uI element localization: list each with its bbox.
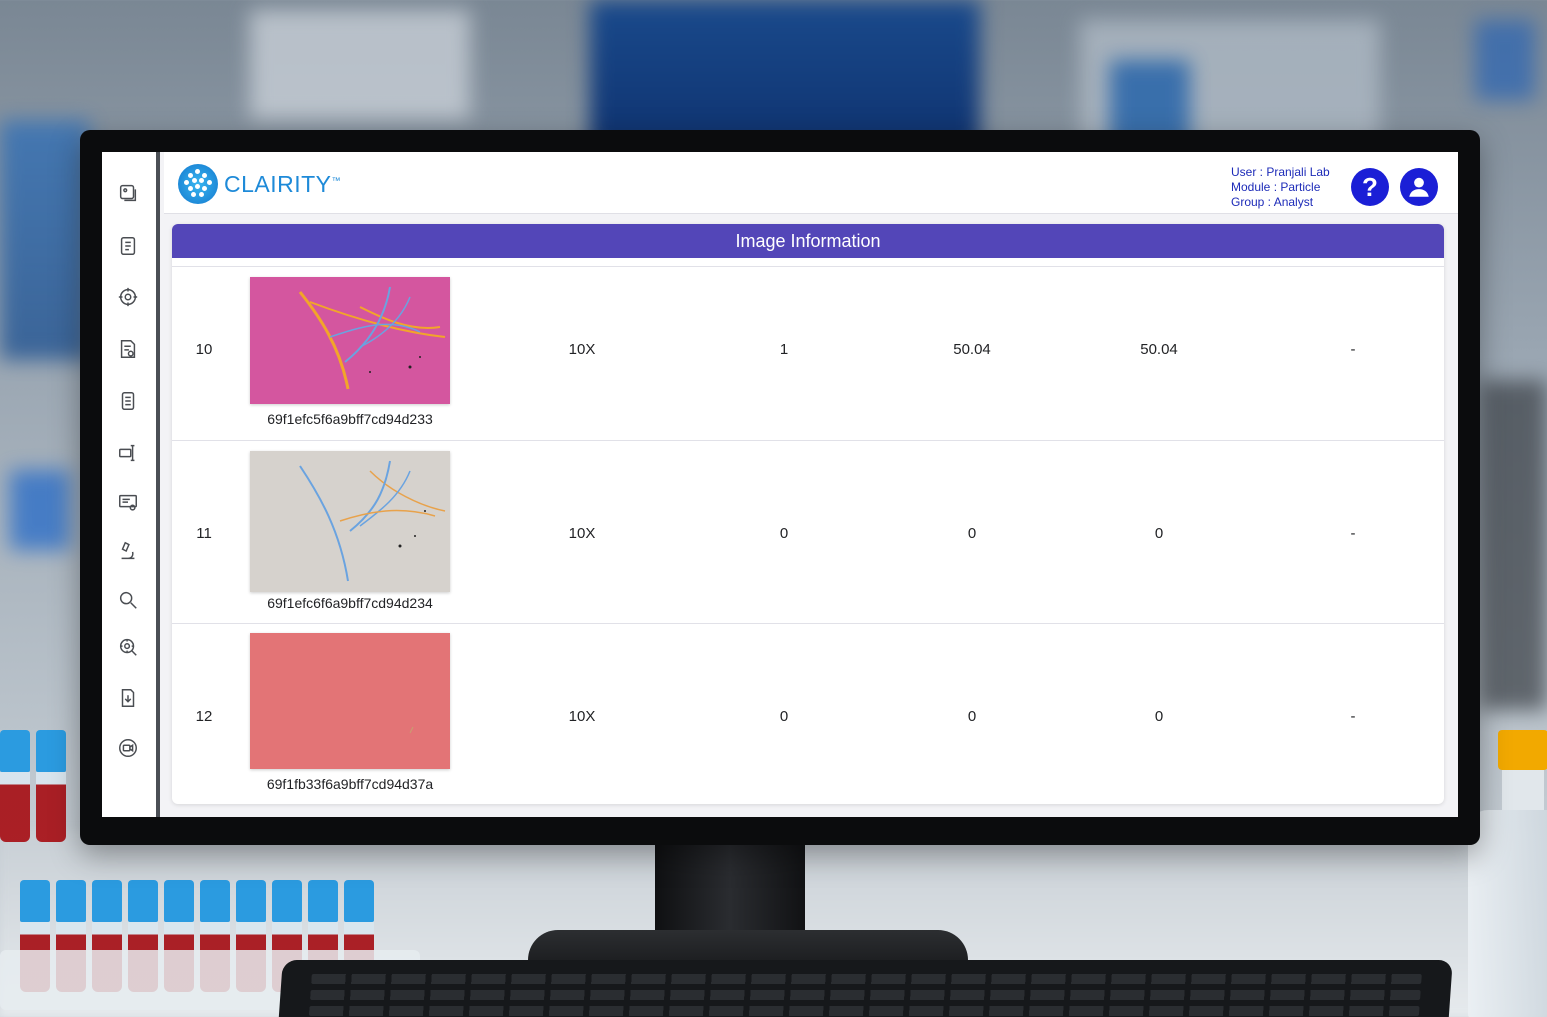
search-icon[interactable]	[115, 587, 141, 613]
background-monitor	[590, 0, 980, 150]
image-information-panel: Image Information 10 69f1efc5f6a9bff7cd9…	[172, 224, 1444, 804]
device-icon[interactable]	[115, 440, 141, 466]
background-microscope	[1480, 380, 1547, 710]
background-shelf	[0, 120, 90, 360]
logo-icon	[178, 164, 218, 204]
image-id: 69f1efc6f6a9bff7cd94d234	[267, 595, 433, 611]
document-search-icon[interactable]	[115, 336, 141, 362]
brand-name: CLAIRITY™	[224, 170, 342, 197]
value-c: -	[1350, 525, 1356, 542]
module-label: Module : Particle	[1231, 180, 1321, 194]
sample-thumbnail[interactable]	[250, 633, 450, 769]
group-label: Group : Analyst	[1231, 195, 1314, 209]
particle-count: 0	[779, 708, 789, 725]
download-icon[interactable]	[115, 685, 141, 711]
row-index: 11	[196, 525, 212, 542]
background-bottle	[1475, 20, 1535, 100]
report-icon[interactable]	[115, 388, 141, 414]
particle-count: 0	[779, 525, 789, 542]
background-blur	[250, 10, 470, 120]
help-button[interactable]: ?	[1351, 168, 1389, 206]
background-bottle	[10, 470, 70, 550]
user-account-icon	[1409, 177, 1429, 197]
row-index: 12	[195, 708, 213, 725]
user-label: User : Pranjali Lab	[1231, 165, 1330, 179]
target-icon[interactable]	[115, 284, 141, 310]
test-tube	[0, 730, 30, 842]
magnification: 10X	[568, 708, 596, 725]
certificate-icon[interactable]	[115, 490, 141, 516]
value-b: 0	[1154, 525, 1164, 542]
video-icon[interactable]	[115, 735, 141, 761]
image-id: 69f1fb33f6a9bff7cd94d37a	[266, 776, 434, 792]
value-b: 50.04	[1140, 341, 1178, 358]
table-row[interactable]: 11 69f1efc6f6a9bff7cd94d234 10X 0 0 0 -	[172, 440, 1444, 623]
value-c: -	[1350, 341, 1356, 358]
book-icon[interactable]	[115, 233, 141, 259]
sidebar	[102, 152, 160, 817]
particle-count: 1	[779, 341, 789, 358]
image-gallery-icon[interactable]	[115, 180, 141, 206]
sample-thumbnail[interactable]	[250, 451, 450, 592]
test-tube	[36, 730, 66, 842]
value-a: 50.04	[953, 341, 991, 358]
question-mark-icon: ?	[1362, 171, 1378, 202]
clarity-logo[interactable]: CLAIRITY™	[178, 164, 341, 204]
magnification: 10X	[568, 341, 596, 358]
keyboard	[277, 960, 1453, 1017]
value-b: 0	[1154, 708, 1164, 725]
image-id: 69f1efc5f6a9bff7cd94d233	[267, 411, 433, 427]
table-row[interactable]: 10 69f1efc5f6a9bff7cd94d233 10X 1 50.04 …	[172, 266, 1444, 440]
panel-title: Image Information	[172, 224, 1444, 258]
value-c: -	[1350, 708, 1356, 725]
value-a: 0	[967, 525, 977, 542]
settings-search-icon[interactable]	[115, 634, 141, 660]
account-button[interactable]	[1400, 168, 1438, 206]
row-index: 10	[195, 341, 213, 358]
value-a: 0	[967, 708, 977, 725]
app-screen: CLAIRITY™ User : Pranjali Lab Module : P…	[102, 152, 1458, 817]
magnification: 10X	[568, 525, 596, 542]
table-row[interactable]: 12 69f1fb33f6a9bff7cd94d37a 10X 0 0 0 -	[172, 623, 1444, 803]
app-header: CLAIRITY™ User : Pranjali Lab Module : P…	[164, 152, 1458, 214]
microscope-icon[interactable]	[115, 538, 141, 564]
user-info: User : Pranjali Lab Module : Particle Gr…	[1231, 165, 1330, 210]
sample-thumbnail[interactable]	[250, 277, 450, 404]
